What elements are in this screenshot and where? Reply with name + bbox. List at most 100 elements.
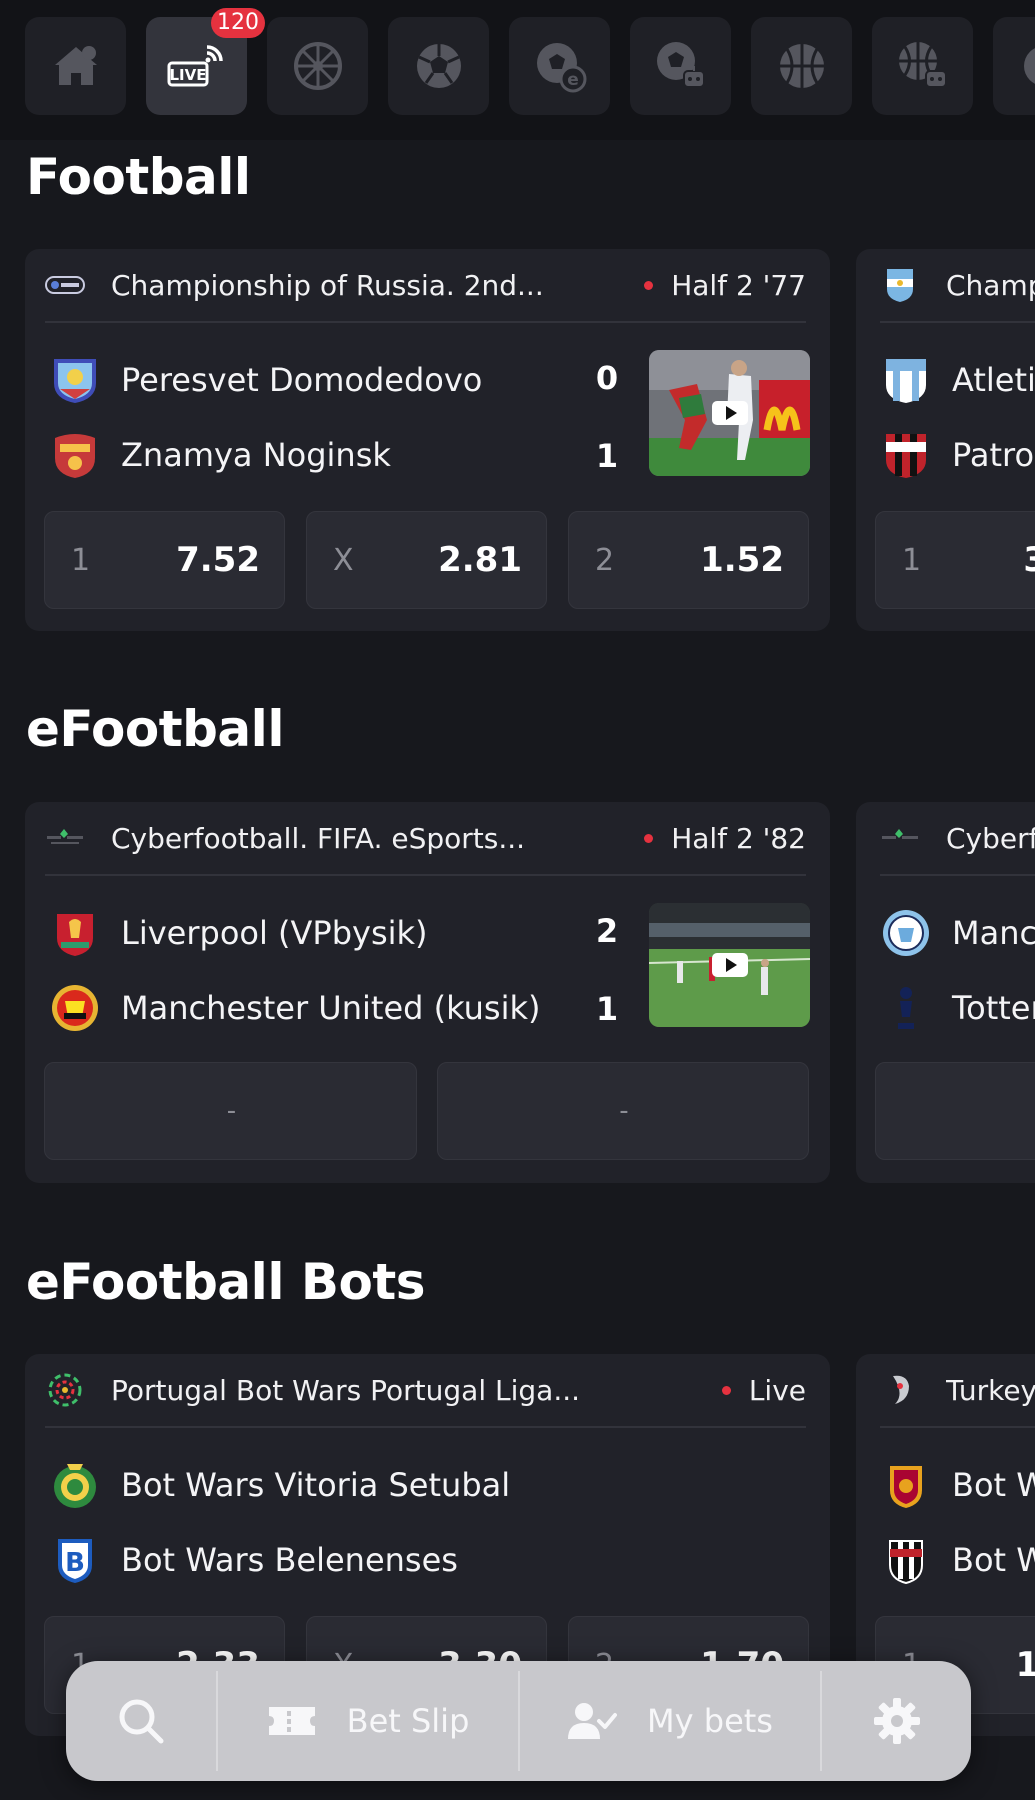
team-row: Bot Wars Vitoria Setubal [49,1459,510,1511]
settings-button[interactable] [822,1661,971,1781]
section-title-efootball: eFootball [26,700,284,758]
belenenses-crest-icon: B [49,1534,101,1586]
bot-wars-league-icon [45,1373,85,1407]
besiktas-crest-icon [880,1534,932,1586]
team-name: Manchester United (kusik) [121,989,541,1027]
more-sports-button[interactable] [993,17,1035,115]
match-card[interactable]: Championship of Russia. 2nd... Half 2 '7… [25,249,830,631]
section-title-football: Football [26,148,251,206]
turkey-league-icon [880,1375,920,1404]
match-card-header: Cyberfootball. FIFA. eSports... Half 2 '… [45,802,806,876]
odd-button-1[interactable]: 13 [875,511,1035,609]
man-united-crest-icon [49,982,101,1034]
efootball-button[interactable]: e [509,17,610,115]
league-name: Championship of Russia. 2nd... [111,268,544,302]
odd-button-2[interactable]: - [437,1062,809,1160]
team-name: Bot Wars Vitoria Setubal [121,1466,511,1504]
team-name: Bot Wars Belenenses [121,1541,458,1579]
match-status: Half 2 '82 [644,822,806,855]
team-score: 1 [595,437,619,475]
live-icon: LIVE [167,45,223,87]
match-card-header: Champ [880,249,1035,323]
league-name: Champ [946,268,1035,302]
match-card-peek[interactable]: Cyberfo Manc Totten [856,802,1035,1183]
my-bets-label: My bets [647,1702,773,1740]
match-status: Half 2 '77 [644,269,806,302]
my-bets-button[interactable]: My bets [520,1661,820,1781]
match-time: Half 2 '77 [671,268,806,302]
league-logo-icon [45,272,85,298]
team-name: Peresvet Domodedovo [121,361,483,399]
team-row: Totten [880,982,1035,1034]
league-name: Cyberfo [946,821,1035,855]
team-name: Atletic [952,361,1035,399]
basketball-button[interactable] [751,17,852,115]
odd-button-1[interactable]: 1 7.52 [44,511,285,609]
live-dot-icon [644,833,654,843]
efootball-bots-icon [656,42,705,88]
league-name: Cyberfootball. FIFA. eSports... [111,821,526,855]
team-name: Liverpool (VPbysik) [121,914,428,952]
search-button[interactable] [66,1661,216,1781]
live-dot-icon [644,280,654,290]
video-thumbnail[interactable] [649,903,810,1027]
odd-value: - [226,1096,237,1126]
team-row: Bot W [880,1459,1035,1511]
video-thumbnail[interactable] [649,350,810,476]
odd-value: 7.52 [176,540,260,580]
odd-value: 1.52 [700,540,784,580]
galatasaray-crest-icon [880,1459,932,1511]
match-card[interactable]: Cyberfootball. FIFA. eSports... Half 2 '… [25,802,830,1183]
match-card-header: Championship of Russia. 2nd... Half 2 '7… [45,249,806,323]
svg-text:e: e [567,70,579,90]
match-time: Half 2 '82 [671,821,806,855]
team-score: 1 [595,990,619,1028]
football-button[interactable] [388,17,489,115]
bet-slip-button[interactable]: Bet Slip [218,1661,518,1781]
znamya-crest-icon [49,429,101,481]
team-row: B Bot Wars Belenenses [49,1534,458,1586]
user-check-icon [568,1703,618,1739]
basketball-bots-button[interactable] [872,17,973,115]
odd-button-1[interactable] [875,1062,1035,1160]
team-row: Manc [880,907,1035,959]
liverpool-crest-icon [49,907,101,959]
bottom-action-bar: Bet Slip My bets [66,1661,971,1781]
team-name: Totten [952,989,1035,1027]
team-name: Znamya Noginsk [121,436,391,474]
odd-button-2[interactable]: 2 1.52 [568,511,809,609]
tennis-icon [293,42,342,90]
live-button[interactable]: 120 LIVE [146,8,265,115]
vitoria-setubal-crest-icon [49,1459,101,1511]
league-name: Portugal Bot Wars Portugal Liga... [111,1373,581,1407]
match-status: Live [721,1374,806,1407]
team-row: Patron [880,429,1035,481]
odd-label: 2 [595,542,615,578]
odd-label: 1 [902,542,922,578]
odd-button-x[interactable]: X 2.81 [306,511,547,609]
ticket-icon [268,1707,315,1735]
home-icon [54,46,97,85]
peresvet-crest-icon [49,354,101,406]
odd-value: 10 [1015,1645,1035,1685]
efootball-bots-button[interactable] [630,17,731,115]
team-score: 0 [595,359,619,397]
esports-league-icon [880,825,920,851]
league-name: Turkey [946,1373,1035,1407]
sport-nav: 120 LIVE e [0,0,1035,140]
team-row: Liverpool (VPbysik) [49,907,428,959]
match-card-peek[interactable]: Champ Atletic Patron 13 [856,249,1035,631]
odd-value: 3 [1023,540,1035,580]
tennis-button[interactable] [267,17,368,115]
tottenham-crest-icon [880,982,932,1034]
team-name: Patron [952,436,1035,474]
home-button[interactable] [25,17,126,115]
match-card-header: Turkey [880,1354,1035,1428]
odd-button-1[interactable]: - [44,1062,417,1160]
argentina-flag-icon [880,269,920,302]
odd-label: X [333,542,354,578]
team-row: Bot W [880,1534,1035,1586]
play-video-icon [711,953,748,977]
play-video-icon [711,401,748,425]
team-score: 2 [595,912,619,950]
